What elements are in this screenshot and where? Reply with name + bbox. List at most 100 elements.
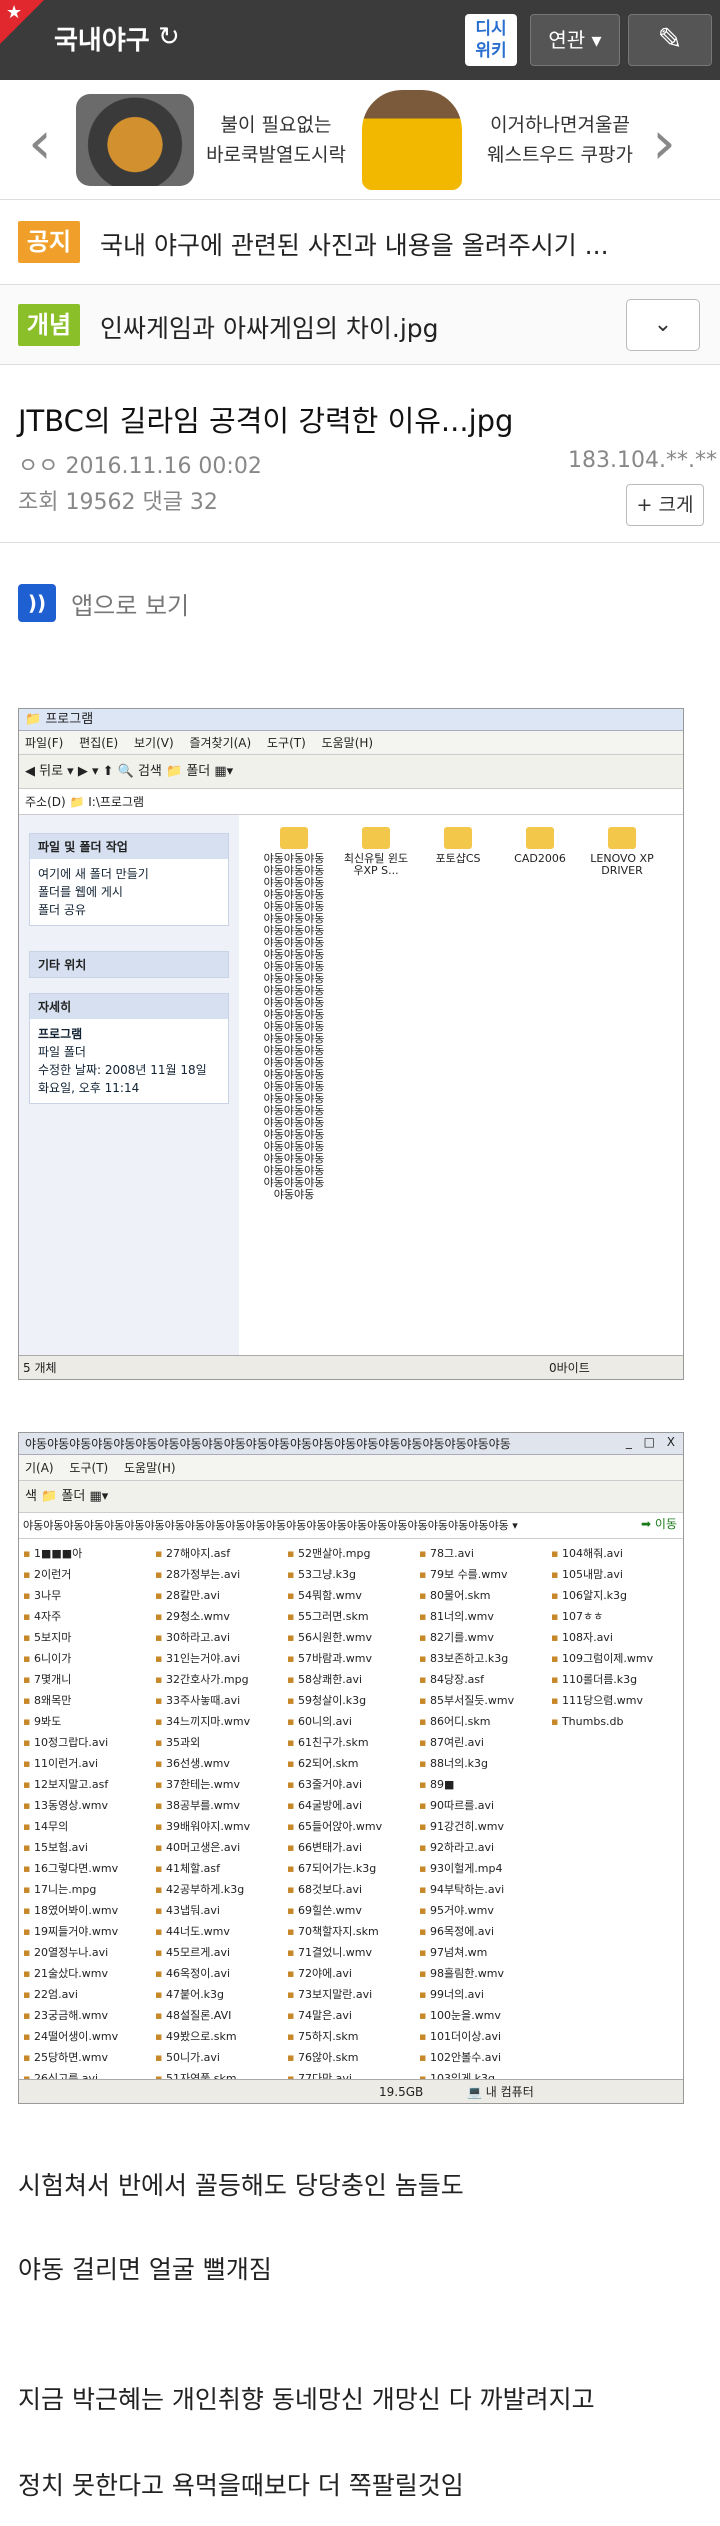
board-title[interactable]: 국내야구	[54, 20, 150, 57]
file-item: 93이헐게.mp4	[419, 1858, 551, 1879]
explorer-screenshot-1: 📁 프로그램 파일(F) 편집(E) 보기(V) 즐겨찾기(A) 도구(T) 도…	[18, 708, 684, 1380]
panel-title: 자세히	[30, 994, 228, 1019]
file-item: 39배워야지.wmv	[155, 1816, 287, 1837]
chevron-right-icon[interactable]: ›	[652, 108, 676, 178]
file-item: 82기를.wmv	[419, 1627, 551, 1648]
file-item: 34느끼지마.wmv	[155, 1711, 287, 1732]
dc-wiki-button[interactable]: 디시 위키	[465, 14, 517, 66]
notice-row[interactable]: 공지 국내 야구에 관련된 사진과 내용을 올려주시기 ...	[0, 200, 720, 285]
file-item: 5보지마	[23, 1627, 155, 1648]
file-item: Thumbs.db	[551, 1711, 683, 1732]
panel-title: 파일 및 폴더 작업	[30, 834, 228, 859]
file-item: 14무의	[23, 1816, 155, 1837]
file-item: 12보지말고.asf	[23, 1774, 155, 1795]
enlarge-button[interactable]: + 크게	[626, 484, 704, 526]
detail-type: 파일 폴더	[38, 1045, 86, 1059]
file-item: 55그러면.skm	[287, 1606, 419, 1627]
window-buttons: _ □ X	[625, 1435, 679, 1449]
file-item: 9봐도	[23, 1711, 155, 1732]
file-item: 72야에.avi	[287, 1963, 419, 1984]
file-item: 94부탁하는.avi	[419, 1879, 551, 1900]
file-item: 38공부를.wmv	[155, 1795, 287, 1816]
ad-left-text[interactable]: 불이 필요없는 바로쿡발열도시락	[206, 110, 346, 170]
related-dropdown[interactable]: 연관 ▾	[530, 14, 620, 66]
explorer-screenshot-2: 야동야동야동야동야동야동야동야동야동야동야동야동야동야동야동야동야동야동야동야동…	[18, 1432, 684, 2104]
file-item: 95거야.wmv	[419, 1900, 551, 1921]
file-item: 69힐쓴.wmv	[287, 1900, 419, 1921]
file-item: 97넘쳐.wm	[419, 1942, 551, 1963]
file-item: 70책할자지.skm	[287, 1921, 419, 1942]
file-item: 48설질론.AVI	[155, 2005, 287, 2026]
app-view-label[interactable]: 앱으로 보기	[71, 586, 189, 621]
panel-item: 폴더를 웹에 게시	[38, 885, 123, 899]
star-icon[interactable]: ★	[6, 2, 22, 23]
file-item: 88너의.k3g	[419, 1753, 551, 1774]
file-item: 79보 수를.wmv	[419, 1564, 551, 1585]
file-item: 85부서질듯.wmv	[419, 1690, 551, 1711]
app-view-link[interactable]: )) 앱으로 보기	[18, 584, 189, 622]
file-item: 3나무	[23, 1585, 155, 1606]
file-item: 44너도.wmv	[155, 1921, 287, 1942]
folder-area: 야동야동야동야동야동야동야동야동야동야동야동야동야동야동야동야동야동야동야동야동…	[259, 827, 669, 1347]
file-item: 56시원한.wmv	[287, 1627, 419, 1648]
file-item: 58상쾌한.avi	[287, 1669, 419, 1690]
file-item: 60니의.avi	[287, 1711, 419, 1732]
chevron-left-icon[interactable]: ‹	[28, 108, 52, 178]
file-item: 49봤으로.skm	[155, 2026, 287, 2047]
concept-badge: 개념	[18, 304, 80, 346]
file-item: 105내맘.avi	[551, 1564, 683, 1585]
other-places-panel: 기타 위치	[29, 951, 229, 978]
folder-item: 최신유틸 윈도우XP S...	[341, 827, 411, 877]
ad-right-text[interactable]: 이거하나면겨울끝 웨스트우드 쿠팡가	[470, 110, 650, 170]
file-item: 102안볼수.avi	[419, 2047, 551, 2068]
folder-item: CAD2006	[505, 827, 575, 865]
file-item: 75하지.skm	[287, 2026, 419, 2047]
dc-wiki-line1: 디시	[475, 19, 507, 39]
file-item: 23궁금해.wmv	[23, 2005, 155, 2026]
pencil-icon[interactable]: ✎	[628, 14, 712, 66]
lunchbox-image	[76, 94, 194, 186]
folder-icon	[280, 827, 308, 849]
file-item: 32간호사가.mpg	[155, 1669, 287, 1690]
notice-text[interactable]: 국내 야구에 관련된 사진과 내용을 올려주시기 ...	[100, 226, 609, 262]
file-item: 24떨어생이.wmv	[23, 2026, 155, 2047]
window-title: 📁 프로그램	[19, 709, 683, 731]
file-item: 8왜목만	[23, 1690, 155, 1711]
file-item: 22엄.avi	[23, 1984, 155, 2005]
file-item: 87여린.avi	[419, 1732, 551, 1753]
concept-row[interactable]: 개념 인싸게임과 아싸게임의 차이.jpg ⌄	[0, 285, 720, 365]
folder-item: LENOVO XP DRIVER	[587, 827, 657, 877]
refresh-icon[interactable]: ↻	[158, 22, 180, 52]
window-address: 주소(D) 📁 I:\프로그램	[19, 789, 683, 815]
file-tasks-panel: 파일 및 폴더 작업 여기에 새 폴더 만들기 폴더를 웹에 게시 폴더 공유	[29, 833, 229, 926]
file-item: 13동영상.wmv	[23, 1795, 155, 1816]
file-item: 35과외	[155, 1732, 287, 1753]
file-item: 40머고생은.avi	[155, 1837, 287, 1858]
window-address: 야동야동야동야동야동야동야동야동야동야동야동야동야동야동야동야동야동야동야동야동…	[19, 1513, 683, 1539]
jacket-image	[362, 90, 462, 190]
file-item: 6니이가	[23, 1648, 155, 1669]
folder-icon	[362, 827, 390, 849]
file-item: 7몇개니	[23, 1669, 155, 1690]
folder-name: 최신유틸 윈도우XP S...	[343, 852, 409, 877]
dc-wiki-line2: 위키	[475, 41, 507, 61]
file-item: 57바람과.wmv	[287, 1648, 419, 1669]
file-item: 68것보다.avi	[287, 1879, 419, 1900]
file-grid: 1■■■아2이런거3나무4자주5보지마6니이가7몇개니8왜목만9봐도10정그랍다…	[23, 1543, 679, 2085]
file-item: 36선생.wmv	[155, 1753, 287, 1774]
concept-text[interactable]: 인싸게임과 아싸게임의 차이.jpg	[100, 309, 439, 345]
chevron-down-icon[interactable]: ⌄	[626, 299, 700, 351]
file-item: 15보험.avi	[23, 1837, 155, 1858]
file-item: 110롤더름.k3g	[551, 1669, 683, 1690]
file-item: 19찌들거야.wmv	[23, 1921, 155, 1942]
file-item: 86어디.skm	[419, 1711, 551, 1732]
ad-banner[interactable]: ‹ 불이 필요없는 바로쿡발열도시락 이거하나면겨울끝 웨스트우드 쿠팡가 ›	[0, 80, 720, 200]
file-item: 4자주	[23, 1606, 155, 1627]
window-toolbar: 색 📁 폴더 ▦▾	[19, 1481, 683, 1513]
window-toolbar: ◀ 뒤로 ▾ ▶ ▾ ⬆ 🔍 검색 📁 폴더 ▦▾	[19, 755, 683, 789]
file-item: 43냅둬.avi	[155, 1900, 287, 1921]
file-item: 108자.avi	[551, 1627, 683, 1648]
file-item: 92하라고.avi	[419, 1837, 551, 1858]
file-item: 96목정에.avi	[419, 1921, 551, 1942]
file-item: 99너의.avi	[419, 1984, 551, 2005]
